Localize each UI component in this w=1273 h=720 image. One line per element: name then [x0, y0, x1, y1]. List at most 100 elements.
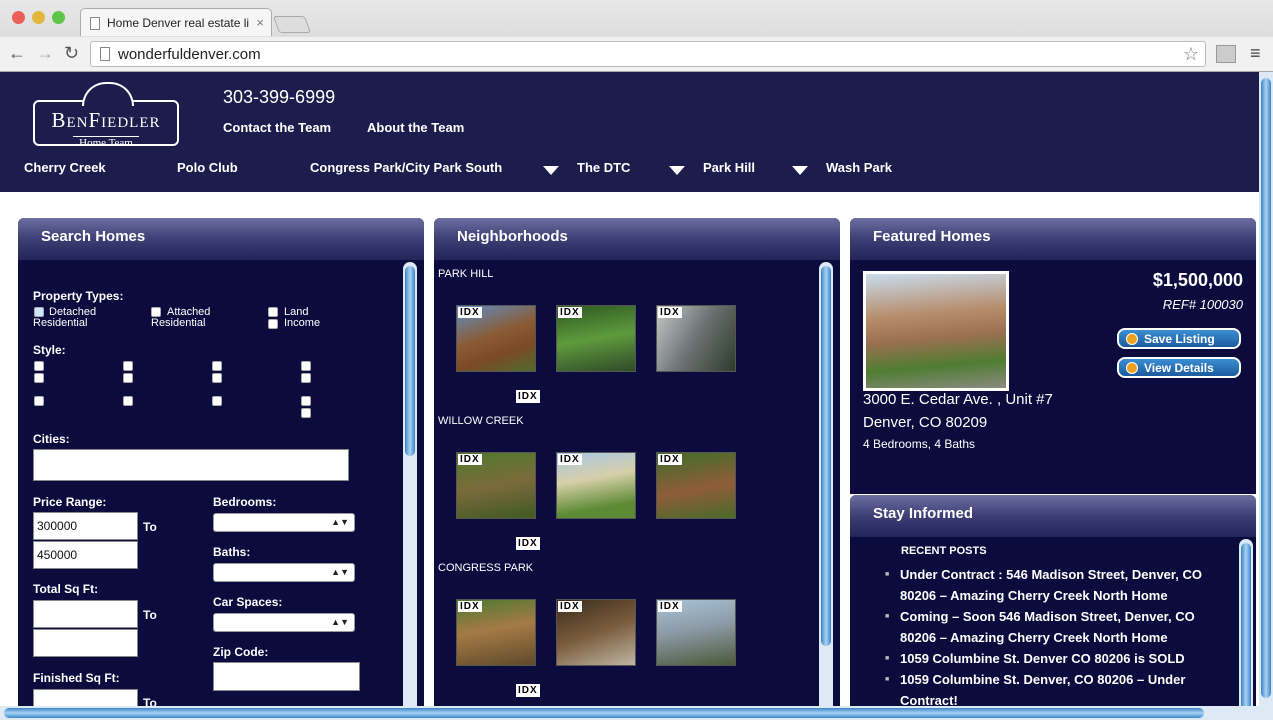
browser-tab[interactable]: Home Denver real estate li × — [80, 8, 272, 36]
style-checkbox[interactable] — [34, 361, 44, 371]
car-spaces-select[interactable]: ▲▼ — [213, 613, 355, 632]
sqft-min-input[interactable] — [33, 600, 138, 628]
price-min-input[interactable]: 300000 — [33, 512, 138, 540]
idx-logo: IDX — [516, 684, 540, 697]
style-checkbox[interactable] — [123, 396, 133, 406]
style-checkbox[interactable] — [212, 361, 222, 371]
window-vertical-scrollbar[interactable] — [1259, 72, 1273, 706]
style-checkbox[interactable] — [301, 396, 311, 406]
close-window-icon[interactable] — [12, 11, 25, 24]
featured-ref: REF# 100030 — [1162, 297, 1243, 312]
nav-the-dtc[interactable]: The DTC — [577, 160, 630, 175]
forward-icon[interactable]: → — [36, 43, 54, 64]
neighborhood-heading: PARK HILL — [438, 268, 494, 280]
income-checkbox[interactable] — [268, 319, 278, 329]
menu-icon[interactable]: ≡ — [1250, 43, 1261, 64]
nav-cherry-creek[interactable]: Cherry Creek — [24, 160, 106, 175]
style-checkbox[interactable] — [123, 361, 133, 371]
recent-post-link[interactable]: 1059 Columbine St. Denver CO 80206 is SO… — [885, 648, 1220, 669]
style-checkbox[interactable] — [34, 396, 44, 406]
save-listing-button[interactable]: Save Listing — [1117, 328, 1241, 349]
idx-logo: IDX — [658, 307, 682, 318]
featured-price: $1,500,000 — [1152, 270, 1243, 290]
nav-wash-park[interactable]: Wash Park — [826, 160, 892, 175]
contact-link[interactable]: Contact the Team — [223, 120, 331, 135]
tab-close-icon[interactable]: × — [256, 15, 264, 30]
vertical-scrollbar[interactable] — [819, 262, 833, 720]
style-checkbox[interactable] — [212, 396, 222, 406]
panel-title: Search Homes — [18, 218, 424, 260]
land-checkbox[interactable] — [268, 307, 278, 317]
style-checkbox[interactable] — [301, 373, 311, 383]
site-logo[interactable]: BenFiedler Home Team — [33, 82, 179, 149]
about-link[interactable]: About the Team — [367, 120, 464, 135]
listing-thumbnail[interactable]: IDX — [556, 305, 636, 372]
minimize-window-icon[interactable] — [32, 11, 45, 24]
logo-name: BenFiedler — [51, 108, 161, 132]
extension-icon[interactable] — [1216, 45, 1236, 63]
recent-post-link[interactable]: Under Contract : 546 Madison Street, Den… — [885, 564, 1220, 606]
bookmark-star-icon[interactable]: ☆ — [1183, 44, 1199, 65]
bedrooms-label: Bedrooms: — [213, 495, 277, 509]
address-bar[interactable]: wonderfuldenver.com ☆ — [90, 41, 1206, 67]
recent-post-link[interactable]: Coming – Soon 546 Madison Street, Denver… — [885, 606, 1220, 648]
style-checkbox[interactable] — [34, 373, 44, 383]
dropdown-caret-icon[interactable] — [669, 166, 685, 175]
style-checkbox[interactable] — [212, 373, 222, 383]
nav-congress-park[interactable]: Congress Park/City Park South — [310, 160, 502, 175]
nav-polo-club[interactable]: Polo Club — [177, 160, 238, 175]
view-details-button[interactable]: View Details — [1117, 357, 1241, 378]
scrollbar-thumb[interactable] — [1241, 543, 1251, 718]
featured-home-photo[interactable] — [863, 271, 1009, 391]
panel-title: Neighborhoods — [434, 218, 840, 260]
detached-label: Detached Residential — [33, 306, 97, 329]
panel-title: Stay Informed — [850, 495, 1256, 537]
vertical-scrollbar[interactable] — [1239, 539, 1253, 720]
baths-select[interactable]: ▲▼ — [213, 563, 355, 582]
new-tab-button[interactable] — [272, 16, 312, 33]
cities-input[interactable] — [33, 449, 349, 481]
listing-thumbnail[interactable]: IDX — [456, 305, 536, 372]
listing-thumbnail[interactable]: IDX — [656, 599, 736, 666]
neighborhood-heading: CONGRESS PARK — [438, 562, 534, 574]
zip-code-input[interactable] — [213, 662, 360, 691]
style-checkbox[interactable] — [123, 373, 133, 383]
scrollbar-thumb[interactable] — [821, 266, 831, 646]
total-sqft-label: Total Sq Ft: — [33, 582, 99, 596]
nav-park-hill[interactable]: Park Hill — [703, 160, 755, 175]
listing-thumbnail[interactable]: IDX — [456, 599, 536, 666]
listing-thumbnail[interactable]: IDX — [456, 452, 536, 519]
back-icon[interactable]: ← — [8, 43, 26, 64]
style-checkbox[interactable] — [301, 408, 311, 418]
bedrooms-select[interactable]: ▲▼ — [213, 513, 355, 532]
cities-label: Cities: — [33, 432, 70, 446]
idx-logo: IDX — [458, 454, 482, 465]
horizontal-scrollbar[interactable] — [0, 706, 1273, 720]
dropdown-caret-icon[interactable] — [543, 166, 559, 175]
style-label: Style: — [33, 343, 66, 357]
vertical-scrollbar[interactable] — [403, 262, 417, 720]
maximize-window-icon[interactable] — [52, 11, 65, 24]
reload-icon[interactable]: ↻ — [64, 43, 79, 64]
scrollbar-thumb[interactable] — [405, 266, 415, 456]
listing-thumbnail[interactable]: IDX — [556, 452, 636, 519]
dropdown-caret-icon[interactable] — [792, 166, 808, 175]
attached-label: Attached Residential — [151, 306, 211, 329]
horizontal-scrollbar-thumb[interactable] — [4, 708, 1204, 718]
play-icon — [1126, 362, 1138, 374]
recent-post-link[interactable]: 1059 Columbine St. Denver, CO 80206 – Un… — [885, 669, 1220, 711]
listing-thumbnail[interactable]: IDX — [656, 452, 736, 519]
idx-logo: IDX — [516, 537, 540, 550]
featured-homes-panel: Featured Homes $1,500,000 REF# 100030 Sa… — [850, 218, 1256, 494]
browser-chrome: Home Denver real estate li × ← → ↻ wonder… — [0, 0, 1273, 72]
window-scrollbar-thumb[interactable] — [1261, 78, 1271, 698]
listing-thumbnail[interactable]: IDX — [556, 599, 636, 666]
phone-number[interactable]: 303-399-6999 — [223, 87, 335, 108]
style-checkbox[interactable] — [301, 361, 311, 371]
idx-logo: IDX — [558, 454, 582, 465]
price-max-input[interactable]: 450000 — [33, 541, 138, 569]
neighborhood-heading: WILLOW CREEK — [438, 415, 524, 427]
sqft-max-input[interactable] — [33, 629, 138, 657]
tab-title: Home Denver real estate li — [107, 16, 250, 30]
listing-thumbnail[interactable]: IDX — [656, 305, 736, 372]
